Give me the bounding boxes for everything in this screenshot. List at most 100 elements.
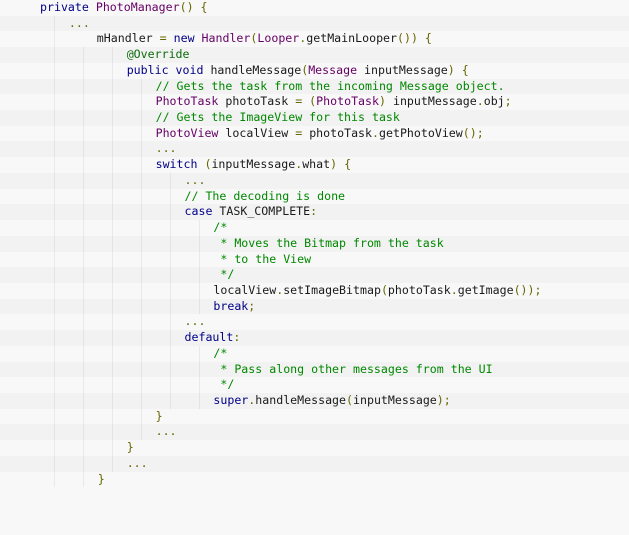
indent-guide xyxy=(198,267,200,283)
code-token-ellipsis: ... xyxy=(68,15,90,30)
code-line-text: // Gets the task from the incoming Messa… xyxy=(156,79,505,95)
code-token-punct: ) { xyxy=(447,62,469,77)
indent-guide xyxy=(54,94,55,111)
indent-guide xyxy=(140,157,142,173)
code-token-comment: /* xyxy=(213,220,228,235)
indent-guide xyxy=(111,220,113,236)
code-line: */ xyxy=(0,267,629,283)
indent-guide xyxy=(169,377,171,393)
code-line: ... xyxy=(0,141,629,158)
code-token-punct: ()); xyxy=(513,282,542,297)
indent-guide xyxy=(111,377,113,393)
code-token-plain: inputMessage xyxy=(392,94,477,109)
indent-guide xyxy=(54,188,55,205)
code-line: ... xyxy=(0,424,629,441)
indent-guide xyxy=(82,361,84,378)
indent-guide xyxy=(82,110,84,126)
indent-guide xyxy=(111,330,113,346)
code-token-plain: obj xyxy=(483,94,505,109)
indent-guide xyxy=(140,267,142,283)
code-token-punct: . xyxy=(372,125,379,140)
indent-guide xyxy=(54,125,55,142)
indent-guide xyxy=(54,220,55,236)
indent-guide xyxy=(111,78,113,95)
code-line-text: localView.setImageBitmap(photoTask.getIm… xyxy=(213,283,541,299)
code-token-type: Handler xyxy=(201,31,251,46)
indent-guide xyxy=(140,220,142,236)
indent-guide xyxy=(54,251,55,268)
code-line: private PhotoManager() { xyxy=(0,0,629,16)
indent-guide xyxy=(54,424,55,441)
code-token-punct: } xyxy=(97,471,105,486)
code-line-text: ... xyxy=(185,173,206,189)
indent-guide xyxy=(54,330,55,346)
code-line-text: * Pass along other messages from the UI xyxy=(213,362,492,378)
code-line-text: ... xyxy=(69,16,90,32)
code-line-text: * to the View xyxy=(213,252,311,268)
code-line-text: // The decoding is done xyxy=(185,189,346,205)
indent-guide xyxy=(82,408,84,425)
indent-guide xyxy=(82,455,84,472)
code-line-text: ... xyxy=(185,314,206,330)
code-line-text: switch (inputMessage.what) { xyxy=(156,157,351,173)
code-token-type: PhotoManager xyxy=(95,0,180,14)
code-line: * Pass along other messages from the UI xyxy=(0,361,629,378)
indent-guide xyxy=(140,314,142,331)
indent-guide xyxy=(169,330,171,346)
indent-guide xyxy=(198,345,200,362)
code-token-punct: ()) { xyxy=(397,31,432,46)
indent-guide xyxy=(140,298,142,315)
code-token-type: Looper xyxy=(257,31,300,46)
indent-guide xyxy=(111,267,113,283)
indent-guide xyxy=(82,440,84,456)
indent-guide xyxy=(140,392,142,409)
indent-guide xyxy=(140,141,142,158)
indent-guide xyxy=(54,408,55,425)
indent-guide xyxy=(169,220,171,236)
indent-guide xyxy=(140,377,142,393)
code-token-comment: * Pass along other messages from the UI xyxy=(213,361,493,376)
indent-guide xyxy=(54,471,55,488)
indent-guide xyxy=(111,204,113,221)
indent-guide xyxy=(111,424,113,441)
code-token-plain: inputMessage xyxy=(364,62,448,77)
code-token-punct: ( xyxy=(380,282,388,297)
code-line: } xyxy=(0,408,629,425)
indent-guide xyxy=(140,172,142,189)
code-line-text: */ xyxy=(213,377,234,393)
code-line-text: * Moves the Bitmap from the task xyxy=(213,236,443,252)
code-token-comment: */ xyxy=(213,377,235,392)
code-line-text: ... xyxy=(127,456,148,472)
indent-guide xyxy=(111,455,113,472)
code-token-keyword: public void xyxy=(126,62,211,77)
code-line: ... xyxy=(0,172,629,189)
code-line-text: break; xyxy=(213,299,255,315)
indent-guide xyxy=(111,314,113,331)
indent-guide xyxy=(82,251,84,268)
indent-guide xyxy=(82,172,84,189)
code-token-plain: photoTask xyxy=(387,282,451,297)
indent-guide xyxy=(111,62,113,79)
indent-guide xyxy=(111,251,113,268)
indent-guide xyxy=(82,267,84,283)
indent-guide xyxy=(198,282,200,299)
code-line-text: super.handleMessage(inputMessage); xyxy=(213,393,450,409)
indent-guide xyxy=(111,125,113,142)
code-line: super.handleMessage(inputMessage); xyxy=(0,392,629,409)
code-line-text: */ xyxy=(213,267,234,283)
code-line: PhotoView localView = photoTask.getPhoto… xyxy=(0,125,629,142)
indent-guide xyxy=(82,345,84,362)
code-line: switch (inputMessage.what) { xyxy=(0,157,629,173)
indent-guide xyxy=(54,31,55,48)
code-line-text: // Gets the ImageView for this task xyxy=(156,110,400,126)
code-line-text: PhotoTask photoTask = (PhotoTask) inputM… xyxy=(156,94,512,110)
code-token-punct: (); xyxy=(462,125,484,140)
indent-guide xyxy=(54,455,55,472)
code-line-text: ... xyxy=(156,141,177,157)
indent-guide xyxy=(82,377,84,393)
code-line-text: /* xyxy=(213,220,227,236)
indent-guide xyxy=(111,94,113,111)
indent-guide xyxy=(169,298,171,315)
code-line: ... xyxy=(0,455,629,472)
code-line: default: xyxy=(0,330,629,346)
